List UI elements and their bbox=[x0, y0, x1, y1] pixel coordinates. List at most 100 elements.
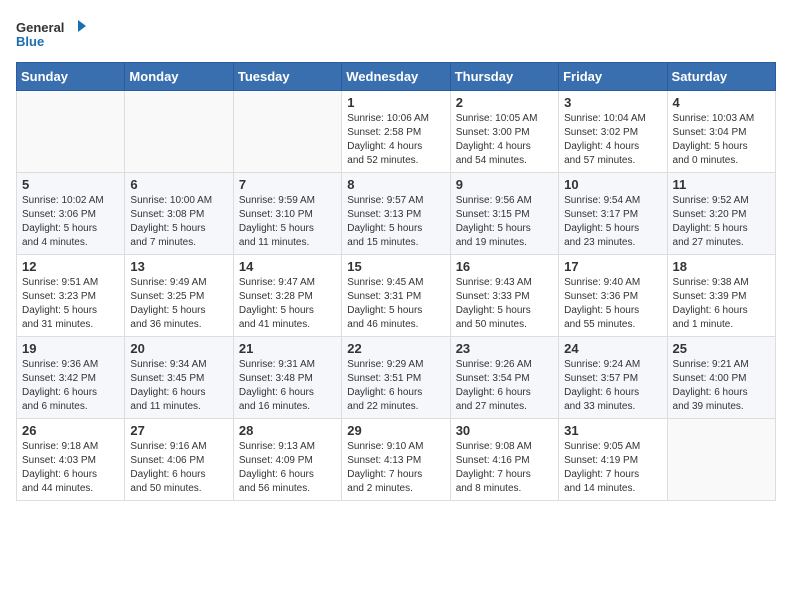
calendar-cell: 1 Sunrise: 10:06 AM Sunset: 2:58 PM Dayli… bbox=[342, 91, 450, 173]
day-info: Sunrise: 9:16 AM Sunset: 4:06 PM Dayligh… bbox=[130, 440, 227, 496]
calendar-cell: 3 Sunrise: 10:04 AM Sunset: 3:02 PM Dayli… bbox=[559, 91, 667, 173]
day-info: Sunrise: 9:10 AM Sunset: 4:13 PM Dayligh… bbox=[347, 440, 444, 496]
day-number: 23 bbox=[456, 341, 553, 356]
day-info: Sunrise: 10:02 AM Sunset: 3:06 PM Daylig… bbox=[22, 194, 119, 250]
day-info: Sunrise: 9:24 AM Sunset: 3:57 PM Dayligh… bbox=[564, 358, 661, 414]
day-info: Sunrise: 9:38 AM Sunset: 3:39 PM Dayligh… bbox=[673, 276, 770, 332]
day-info: Sunrise: 10:05 AM Sunset: 3:00 PM Daylig… bbox=[456, 112, 553, 168]
calendar-cell: 2Sunrise: 10:05 AM Sunset: 3:00 PM Dayli… bbox=[450, 91, 558, 173]
day-info: Sunrise: 9:08 AM Sunset: 4:16 PM Dayligh… bbox=[456, 440, 553, 496]
svg-text:General: General bbox=[16, 20, 64, 35]
calendar-cell: 5 Sunrise: 10:02 AM Sunset: 3:06 PM Dayli… bbox=[17, 173, 125, 255]
day-number: 5 bbox=[22, 177, 119, 192]
calendar-cell: 13 Sunrise: 9:49 AM Sunset: 3:25 PM Dayli… bbox=[125, 255, 233, 337]
column-header-sunday: Sunday bbox=[17, 63, 125, 91]
day-info: Sunrise: 9:45 AM Sunset: 3:31 PM Dayligh… bbox=[347, 276, 444, 332]
day-number: 29 bbox=[347, 423, 444, 438]
calendar-table: SundayMondayTuesdayWednesdayThursdayFrid… bbox=[16, 62, 776, 501]
calendar-cell: 4Sunrise: 10:03 AM Sunset: 3:04 PM Dayli… bbox=[667, 91, 775, 173]
calendar-cell: 31Sunrise: 9:05 AM Sunset: 4:19 PM Dayli… bbox=[559, 419, 667, 501]
calendar-cell: 8 Sunrise: 9:57 AM Sunset: 3:13 PM Daylig… bbox=[342, 173, 450, 255]
day-info: Sunrise: 9:36 AM Sunset: 3:42 PM Dayligh… bbox=[22, 358, 119, 414]
day-number: 7 bbox=[239, 177, 336, 192]
day-info: Sunrise: 9:29 AM Sunset: 3:51 PM Dayligh… bbox=[347, 358, 444, 414]
column-header-thursday: Thursday bbox=[450, 63, 558, 91]
logo-icon: General Blue bbox=[16, 16, 86, 52]
calendar-header-row: SundayMondayTuesdayWednesdayThursdayFrid… bbox=[17, 63, 776, 91]
day-number: 30 bbox=[456, 423, 553, 438]
page-header: General Blue bbox=[16, 16, 776, 52]
calendar-cell: 7 Sunrise: 9:59 AM Sunset: 3:10 PM Daylig… bbox=[233, 173, 341, 255]
day-info: Sunrise: 9:56 AM Sunset: 3:15 PM Dayligh… bbox=[456, 194, 553, 250]
day-number: 14 bbox=[239, 259, 336, 274]
column-header-saturday: Saturday bbox=[667, 63, 775, 91]
day-number: 28 bbox=[239, 423, 336, 438]
svg-text:Blue: Blue bbox=[16, 34, 44, 49]
day-info: Sunrise: 9:49 AM Sunset: 3:25 PM Dayligh… bbox=[130, 276, 227, 332]
calendar-week-5: 26 Sunrise: 9:18 AM Sunset: 4:03 PM Dayli… bbox=[17, 419, 776, 501]
day-number: 3 bbox=[564, 95, 661, 110]
calendar-cell: 19 Sunrise: 9:36 AM Sunset: 3:42 PM Dayli… bbox=[17, 337, 125, 419]
day-info: Sunrise: 9:40 AM Sunset: 3:36 PM Dayligh… bbox=[564, 276, 661, 332]
calendar-cell bbox=[233, 91, 341, 173]
column-header-friday: Friday bbox=[559, 63, 667, 91]
day-number: 12 bbox=[22, 259, 119, 274]
day-number: 4 bbox=[673, 95, 770, 110]
calendar-cell: 25 Sunrise: 9:21 AM Sunset: 4:00 PM Dayli… bbox=[667, 337, 775, 419]
calendar-cell: 24 Sunrise: 9:24 AM Sunset: 3:57 PM Dayli… bbox=[559, 337, 667, 419]
calendar-cell: 16 Sunrise: 9:43 AM Sunset: 3:33 PM Dayli… bbox=[450, 255, 558, 337]
column-header-tuesday: Tuesday bbox=[233, 63, 341, 91]
calendar-cell bbox=[125, 91, 233, 173]
day-info: Sunrise: 9:57 AM Sunset: 3:13 PM Dayligh… bbox=[347, 194, 444, 250]
day-number: 24 bbox=[564, 341, 661, 356]
calendar-cell: 11 Sunrise: 9:52 AM Sunset: 3:20 PM Dayli… bbox=[667, 173, 775, 255]
day-number: 11 bbox=[673, 177, 770, 192]
calendar-cell: 28 Sunrise: 9:13 AM Sunset: 4:09 PM Dayli… bbox=[233, 419, 341, 501]
calendar-cell: 14 Sunrise: 9:47 AM Sunset: 3:28 PM Dayli… bbox=[233, 255, 341, 337]
calendar-cell: 6Sunrise: 10:00 AM Sunset: 3:08 PM Dayli… bbox=[125, 173, 233, 255]
day-info: Sunrise: 9:21 AM Sunset: 4:00 PM Dayligh… bbox=[673, 358, 770, 414]
calendar-cell bbox=[667, 419, 775, 501]
day-number: 8 bbox=[347, 177, 444, 192]
day-number: 19 bbox=[22, 341, 119, 356]
calendar-cell: 15Sunrise: 9:45 AM Sunset: 3:31 PM Dayli… bbox=[342, 255, 450, 337]
day-number: 26 bbox=[22, 423, 119, 438]
day-number: 20 bbox=[130, 341, 227, 356]
calendar-cell: 10Sunrise: 9:54 AM Sunset: 3:17 PM Dayli… bbox=[559, 173, 667, 255]
calendar-cell: 17 Sunrise: 9:40 AM Sunset: 3:36 PM Dayli… bbox=[559, 255, 667, 337]
day-number: 16 bbox=[456, 259, 553, 274]
day-number: 21 bbox=[239, 341, 336, 356]
day-number: 9 bbox=[456, 177, 553, 192]
day-info: Sunrise: 9:43 AM Sunset: 3:33 PM Dayligh… bbox=[456, 276, 553, 332]
calendar-cell: 20Sunrise: 9:34 AM Sunset: 3:45 PM Dayli… bbox=[125, 337, 233, 419]
calendar-cell: 27Sunrise: 9:16 AM Sunset: 4:06 PM Dayli… bbox=[125, 419, 233, 501]
calendar-cell: 9 Sunrise: 9:56 AM Sunset: 3:15 PM Daylig… bbox=[450, 173, 558, 255]
day-info: Sunrise: 9:13 AM Sunset: 4:09 PM Dayligh… bbox=[239, 440, 336, 496]
day-info: Sunrise: 9:51 AM Sunset: 3:23 PM Dayligh… bbox=[22, 276, 119, 332]
calendar-cell: 21Sunrise: 9:31 AM Sunset: 3:48 PM Dayli… bbox=[233, 337, 341, 419]
calendar-cell: 26 Sunrise: 9:18 AM Sunset: 4:03 PM Dayli… bbox=[17, 419, 125, 501]
calendar-cell: 29 Sunrise: 9:10 AM Sunset: 4:13 PM Dayli… bbox=[342, 419, 450, 501]
calendar-cell: 22 Sunrise: 9:29 AM Sunset: 3:51 PM Dayli… bbox=[342, 337, 450, 419]
day-info: Sunrise: 10:06 AM Sunset: 2:58 PM Daylig… bbox=[347, 112, 444, 168]
calendar-week-3: 12 Sunrise: 9:51 AM Sunset: 3:23 PM Dayli… bbox=[17, 255, 776, 337]
calendar-week-2: 5 Sunrise: 10:02 AM Sunset: 3:06 PM Dayli… bbox=[17, 173, 776, 255]
logo: General Blue bbox=[16, 16, 86, 52]
column-header-monday: Monday bbox=[125, 63, 233, 91]
calendar-cell: 18Sunrise: 9:38 AM Sunset: 3:39 PM Dayli… bbox=[667, 255, 775, 337]
day-number: 22 bbox=[347, 341, 444, 356]
calendar-cell: 12 Sunrise: 9:51 AM Sunset: 3:23 PM Dayli… bbox=[17, 255, 125, 337]
day-info: Sunrise: 9:26 AM Sunset: 3:54 PM Dayligh… bbox=[456, 358, 553, 414]
day-info: Sunrise: 10:04 AM Sunset: 3:02 PM Daylig… bbox=[564, 112, 661, 168]
day-info: Sunrise: 9:18 AM Sunset: 4:03 PM Dayligh… bbox=[22, 440, 119, 496]
day-number: 31 bbox=[564, 423, 661, 438]
day-number: 25 bbox=[673, 341, 770, 356]
day-number: 17 bbox=[564, 259, 661, 274]
day-number: 13 bbox=[130, 259, 227, 274]
calendar-cell: 30 Sunrise: 9:08 AM Sunset: 4:16 PM Dayli… bbox=[450, 419, 558, 501]
day-info: Sunrise: 9:47 AM Sunset: 3:28 PM Dayligh… bbox=[239, 276, 336, 332]
day-info: Sunrise: 9:52 AM Sunset: 3:20 PM Dayligh… bbox=[673, 194, 770, 250]
day-info: Sunrise: 9:59 AM Sunset: 3:10 PM Dayligh… bbox=[239, 194, 336, 250]
calendar-week-1: 1 Sunrise: 10:06 AM Sunset: 2:58 PM Dayli… bbox=[17, 91, 776, 173]
day-number: 1 bbox=[347, 95, 444, 110]
